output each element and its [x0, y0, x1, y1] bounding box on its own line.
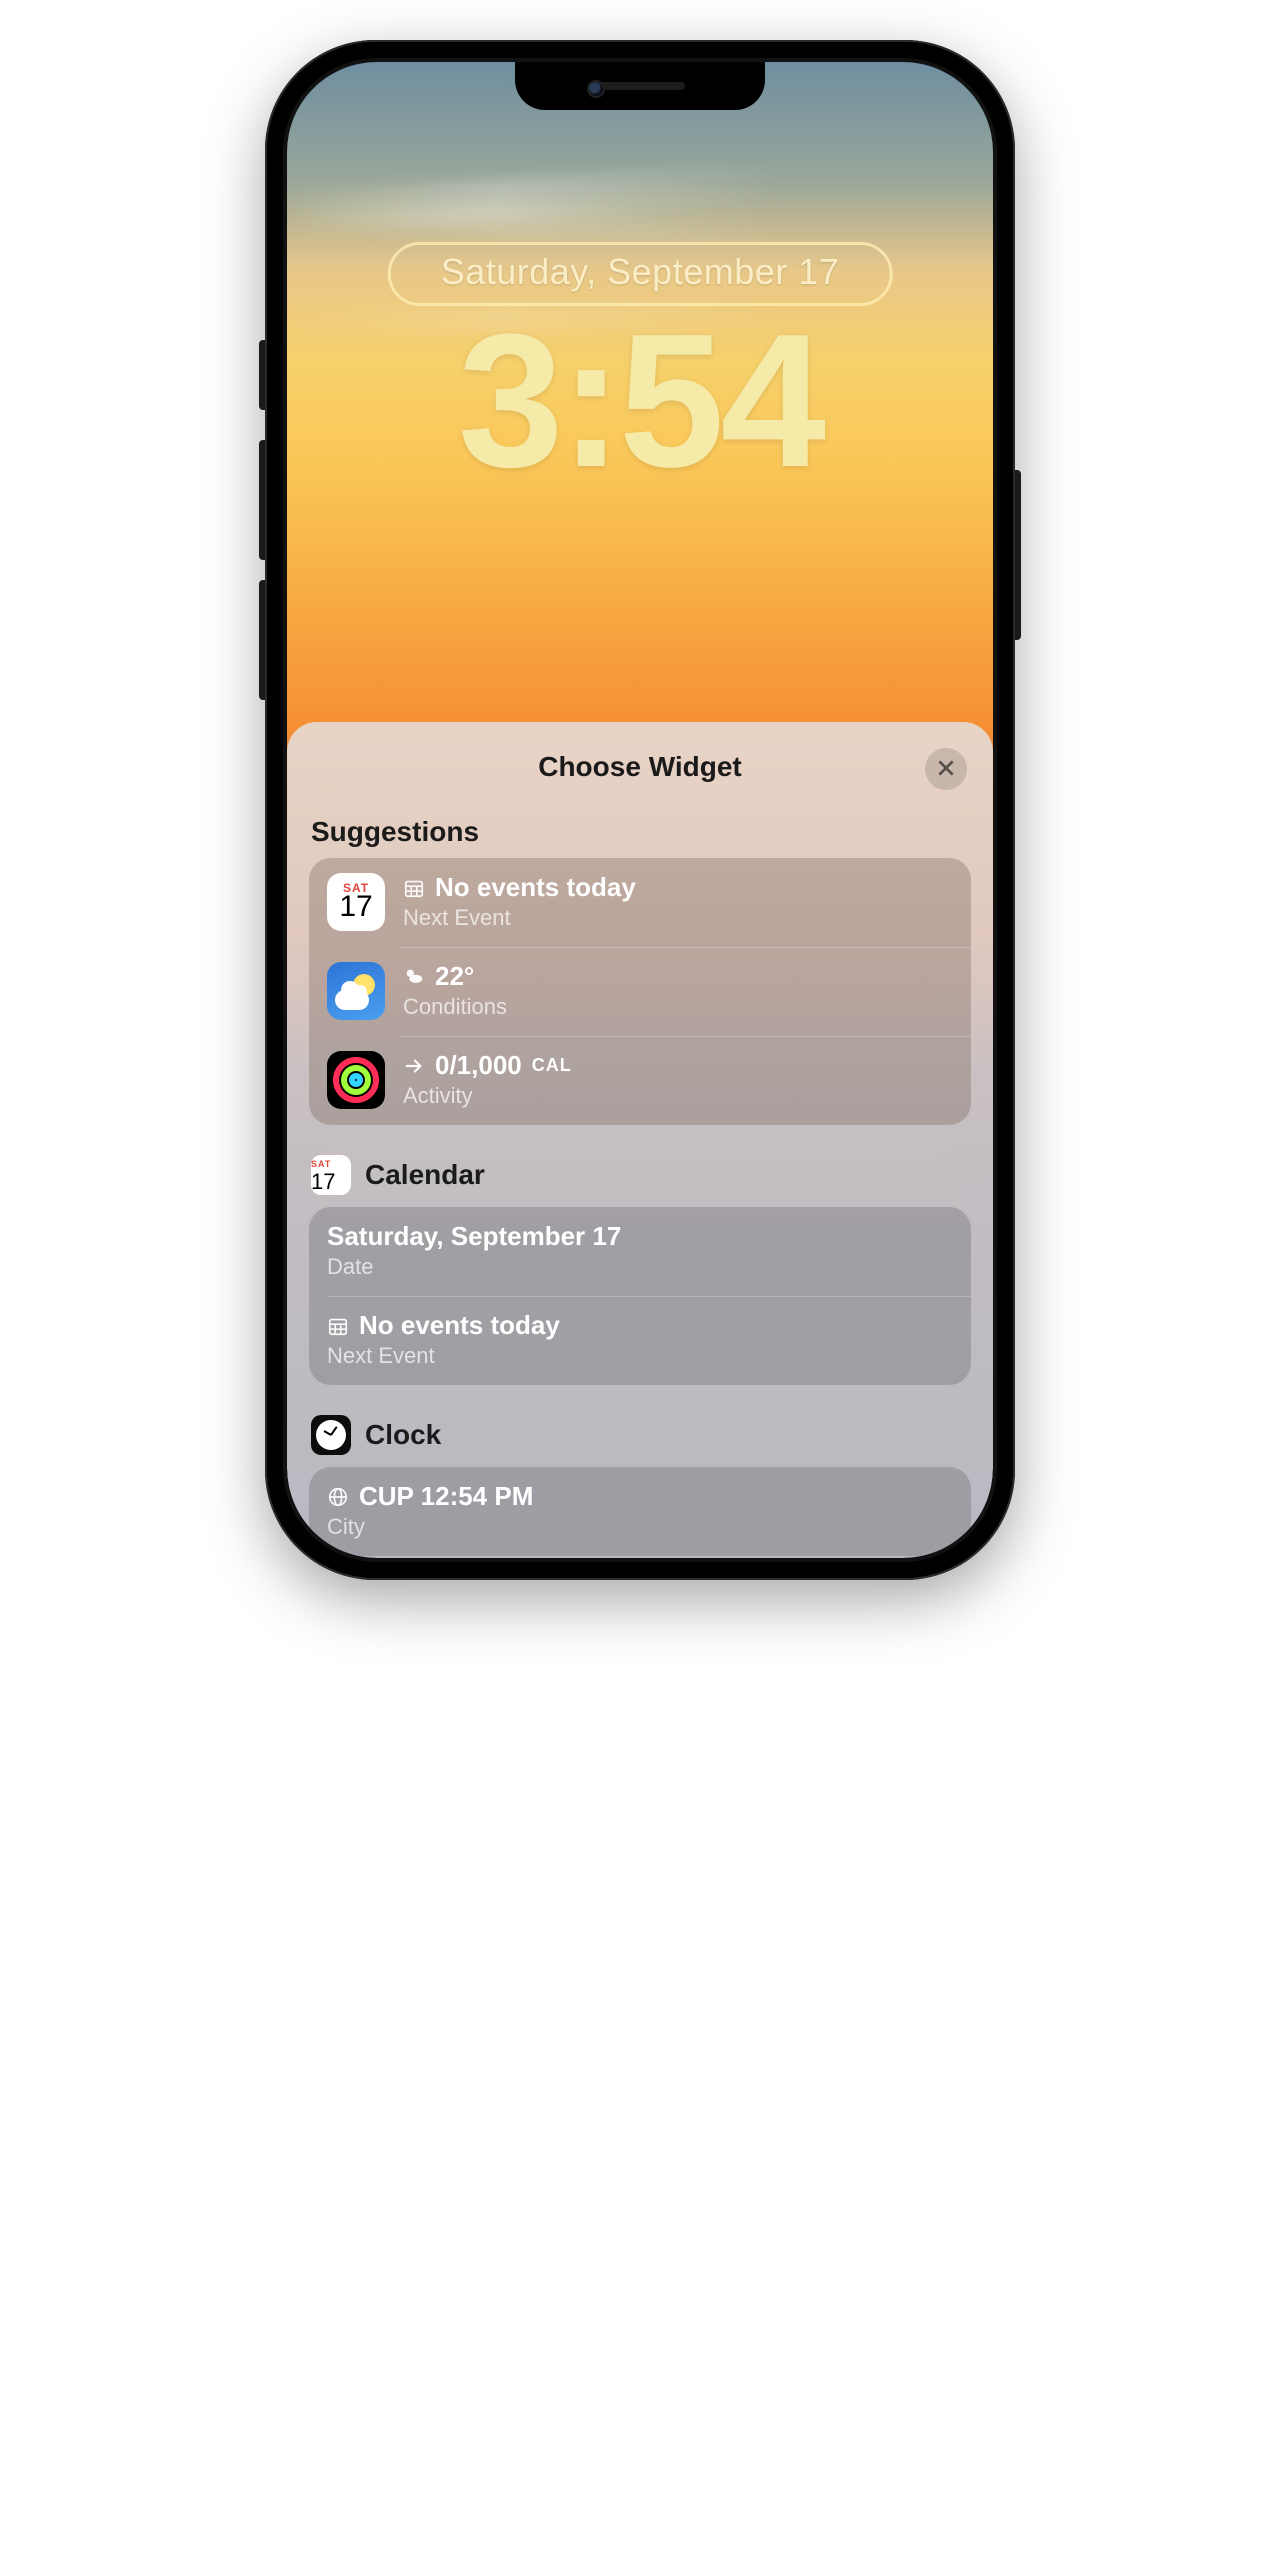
- sheet-header: Choose Widget: [309, 742, 971, 792]
- partly-cloudy-icon: [403, 966, 425, 988]
- clock-widget-city[interactable]: CUP 12:54 PM City: [309, 1467, 971, 1556]
- suggestion-title: 22°: [435, 961, 474, 992]
- widget-title: No events today: [359, 1310, 560, 1341]
- calendar-grid-icon: [327, 1315, 349, 1337]
- arrow-right-icon: [403, 1055, 425, 1077]
- suggestion-unit: CAL: [532, 1055, 572, 1076]
- widget-title: Saturday, September 17: [327, 1221, 621, 1252]
- suggestion-value: 0/1,000: [435, 1050, 522, 1081]
- lockscreen-time-label: 3:54: [458, 295, 822, 507]
- side-button-power: [1015, 470, 1021, 640]
- phone-bezel: Saturday, September 17 3:54 Choose Widge…: [283, 58, 997, 1562]
- earpiece-speaker: [595, 82, 685, 90]
- suggestions-heading: Suggestions: [311, 816, 969, 848]
- activity-app-icon: [327, 1051, 385, 1109]
- weather-app-icon: [327, 962, 385, 1020]
- calendar-icon-dow: SAT: [311, 1159, 331, 1169]
- widget-subtitle: Next Event: [327, 1343, 560, 1369]
- calendar-widget-next-event[interactable]: No events today Next Event: [309, 1296, 971, 1385]
- calendar-heading: Calendar: [365, 1159, 485, 1191]
- calendar-card: Saturday, September 17 Date: [309, 1207, 971, 1385]
- calendar-icon-dom: 17: [311, 1169, 335, 1194]
- suggestion-row-calendar[interactable]: SAT 17: [309, 858, 971, 947]
- widget-texts: Saturday, September 17 Date: [327, 1221, 621, 1280]
- widget-subtitle: City: [327, 1514, 533, 1540]
- suggestion-subtitle: Activity: [403, 1083, 572, 1109]
- widget-texts: CUP 12:54 PM City: [327, 1481, 533, 1540]
- sheet-title: Choose Widget: [538, 751, 742, 783]
- calendar-section-header: SAT 17 Calendar: [311, 1155, 969, 1195]
- widget-title: CUP 12:54 PM: [359, 1481, 533, 1512]
- clock-section-header: Clock: [311, 1415, 969, 1455]
- clock-heading: Clock: [365, 1419, 441, 1451]
- lockscreen-date-label: Saturday, September 17: [441, 251, 840, 292]
- calendar-grid-icon: [403, 877, 425, 899]
- suggestion-subtitle: Conditions: [403, 994, 507, 1020]
- side-button-volume-down: [259, 580, 265, 700]
- phone-frame: Saturday, September 17 3:54 Choose Widge…: [265, 40, 1015, 1580]
- globe-icon: [327, 1486, 349, 1508]
- calendar-app-icon: SAT 17: [311, 1155, 351, 1195]
- suggestion-row-weather[interactable]: 22° Conditions: [309, 947, 971, 1036]
- side-button-silence: [259, 340, 265, 410]
- suggestion-texts: 0/1,000 CAL Activity: [403, 1050, 572, 1109]
- calendar-icon-dom: 17: [339, 892, 372, 922]
- side-button-volume-up: [259, 440, 265, 560]
- widget-subtitle: Date: [327, 1254, 621, 1280]
- clock-app-icon: [311, 1415, 351, 1455]
- close-button[interactable]: [925, 748, 967, 790]
- suggestions-card: SAT 17: [309, 858, 971, 1125]
- lockscreen-time[interactable]: 3:54: [287, 292, 993, 510]
- close-icon: [936, 754, 956, 785]
- phone-screen: Saturday, September 17 3:54 Choose Widge…: [287, 62, 993, 1558]
- calendar-app-icon: SAT 17: [327, 873, 385, 931]
- calendar-widget-date[interactable]: Saturday, September 17 Date: [309, 1207, 971, 1296]
- widget-texts: No events today Next Event: [327, 1310, 560, 1369]
- suggestion-subtitle: Next Event: [403, 905, 636, 931]
- notch: [515, 62, 765, 110]
- choose-widget-sheet: Choose Widget Suggestions: [287, 722, 993, 1558]
- front-camera: [589, 82, 603, 96]
- suggestion-row-activity[interactable]: 0/1,000 CAL Activity: [309, 1036, 971, 1125]
- suggestion-texts: 22° Conditions: [403, 961, 507, 1020]
- clock-card: CUP 12:54 PM City: [309, 1467, 971, 1556]
- suggestion-texts: No events today Next Event: [403, 872, 636, 931]
- suggestion-title: No events today: [435, 872, 636, 903]
